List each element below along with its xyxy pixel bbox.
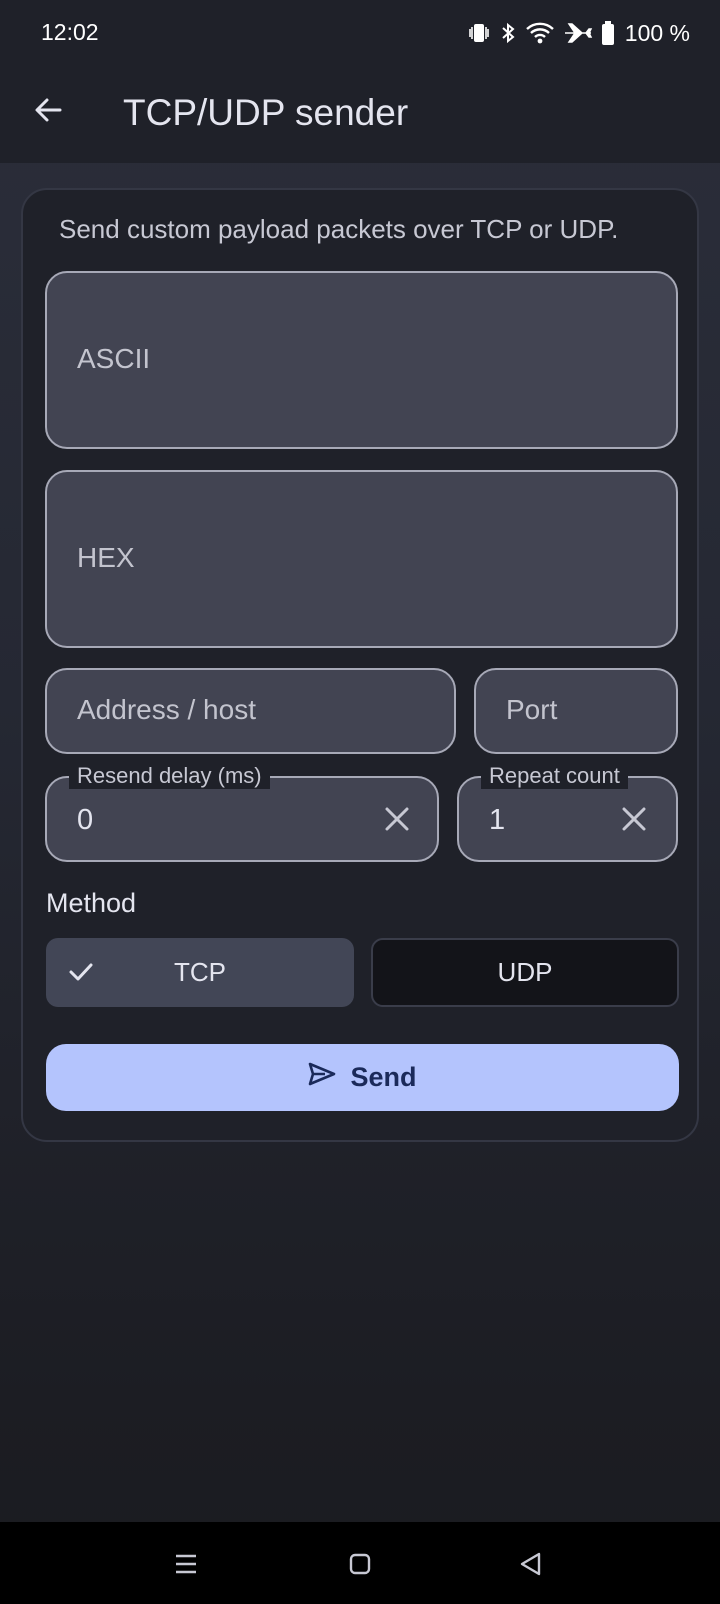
method-tcp-option[interactable]: TCP	[46, 938, 354, 1007]
address-input[interactable]: Address / host	[45, 668, 456, 754]
method-label: Method	[46, 888, 137, 918]
navigation-bar	[0, 1522, 720, 1604]
nav-back-button[interactable]	[508, 1542, 552, 1586]
resend-delay-field[interactable]: Resend delay (ms) 0	[45, 763, 439, 862]
port-placeholder: Port	[506, 694, 558, 725]
home-icon	[349, 1553, 371, 1575]
page-title: TCP/UDP sender	[123, 92, 409, 133]
arrow-back-icon	[33, 95, 63, 130]
method-udp-label: UDP	[497, 957, 553, 987]
status-icons: 100 %	[467, 17, 690, 49]
clear-repeat-count-button[interactable]	[614, 799, 654, 839]
bluetooth-icon	[499, 21, 517, 45]
clear-resend-delay-button[interactable]	[377, 799, 417, 839]
port-input[interactable]: Port	[474, 668, 678, 754]
send-icon	[308, 1062, 336, 1093]
home-button[interactable]	[338, 1542, 382, 1586]
wifi-icon	[525, 21, 555, 45]
resend-delay-label: Resend delay (ms)	[69, 763, 270, 789]
close-icon	[622, 807, 646, 831]
method-udp-option[interactable]: UDP	[371, 938, 679, 1007]
recents-button[interactable]	[164, 1542, 208, 1586]
check-icon	[68, 960, 94, 991]
battery-icon	[601, 21, 615, 45]
address-placeholder: Address / host	[77, 694, 256, 725]
airplane-icon	[563, 21, 593, 45]
vibrate-icon	[467, 21, 491, 45]
resend-delay-value: 0	[77, 804, 94, 836]
sender-card: Send custom payload packets over TCP or …	[21, 188, 699, 1142]
back-button[interactable]	[24, 88, 72, 136]
triangle-back-icon	[520, 1552, 541, 1576]
menu-icon	[176, 1554, 196, 1574]
send-button[interactable]: Send	[46, 1044, 679, 1111]
battery-percent: 100 %	[624, 19, 690, 46]
close-icon	[385, 807, 409, 831]
ascii-input[interactable]: ASCII	[45, 271, 678, 449]
repeat-count-field[interactable]: Repeat count 1	[457, 763, 678, 862]
status-time: 12:02	[41, 19, 99, 45]
card-description: Send custom payload packets over TCP or …	[59, 214, 619, 244]
hex-placeholder: HEX	[77, 542, 135, 573]
ascii-placeholder: ASCII	[77, 343, 151, 374]
send-label: Send	[350, 1062, 417, 1092]
method-tcp-label: TCP	[174, 957, 226, 987]
status-bar: 12:02 100 %	[0, 0, 720, 66]
app-bar: TCP/UDP sender	[0, 66, 720, 163]
repeat-count-value: 1	[489, 804, 506, 836]
hex-input[interactable]: HEX	[45, 470, 678, 648]
repeat-count-label: Repeat count	[481, 763, 628, 789]
